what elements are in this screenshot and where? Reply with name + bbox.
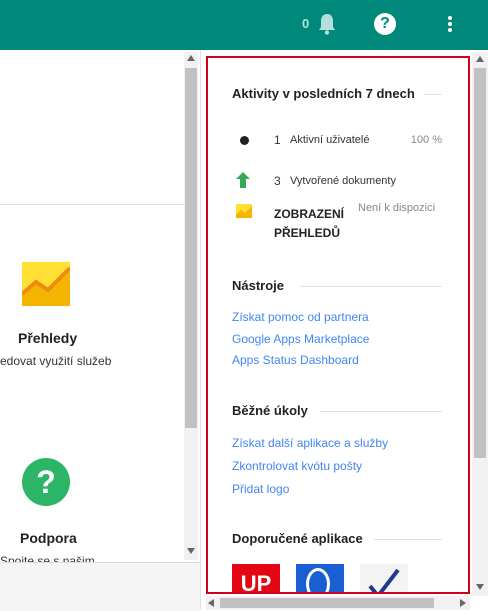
blue-o-app-logo[interactable] (296, 564, 344, 592)
left-scrollbar-thumb[interactable] (185, 68, 197, 428)
created-docs-label: Vytvořené dokumenty (290, 175, 396, 187)
scroll-down-arrow-icon[interactable] (476, 584, 484, 590)
scroll-left-arrow-icon[interactable] (208, 599, 214, 607)
arrow-up-icon (236, 172, 250, 188)
section-divider (320, 411, 442, 412)
horizontal-scrollbar-thumb[interactable] (220, 598, 434, 608)
reports-chart-icon[interactable] (20, 262, 72, 306)
reports-card-subtitle: edovat využití služeb (0, 354, 112, 368)
add-logo-link[interactable]: Přidat logo (232, 482, 289, 496)
activity-section-title: Aktivity v posledních 7 dnech (232, 86, 415, 101)
reports-status: Není k dispozici (358, 202, 436, 214)
right-scrollbar[interactable] (472, 52, 488, 596)
scroll-right-arrow-icon[interactable] (460, 599, 466, 607)
bell-icon[interactable] (316, 12, 338, 36)
scroll-up-arrow-icon[interactable] (476, 56, 484, 62)
reports-card-title[interactable]: Přehledy (18, 330, 77, 346)
notification-count: 0 (302, 16, 310, 31)
checkmark-app-logo[interactable] (360, 564, 408, 592)
created-docs-count: 3 (274, 174, 281, 188)
status-dashboard-link[interactable]: Apps Status Dashboard (232, 353, 359, 367)
active-users-percent: 100 % (410, 134, 442, 146)
left-scrollbar[interactable] (184, 52, 198, 560)
divider (0, 204, 186, 205)
help-icon[interactable]: ? (374, 13, 396, 35)
tools-section-title: Nástroje (232, 278, 285, 293)
scroll-up-arrow-icon[interactable] (187, 55, 195, 61)
active-users-count: 1 (274, 133, 281, 147)
view-reports-link-line1[interactable]: ZOBRAZENÍ (274, 207, 344, 221)
right-scrollbar-thumb[interactable] (474, 68, 486, 458)
more-vert-icon[interactable] (440, 14, 460, 36)
recommended-apps-section-title: Doporučené aplikace (232, 531, 363, 546)
view-reports-link-line2[interactable]: PŘEHLEDŮ (274, 226, 340, 240)
mail-quota-link[interactable]: Zkontrolovat kvótu pošty (232, 459, 362, 473)
bottom-strip (0, 562, 200, 611)
more-apps-link[interactable]: Získat další aplikace a služby (232, 436, 388, 450)
section-divider (300, 286, 442, 287)
scroll-down-arrow-icon[interactable] (187, 548, 195, 554)
active-users-dot-icon (240, 136, 249, 145)
horizontal-scrollbar[interactable] (206, 596, 470, 610)
support-help-icon[interactable]: ? (22, 458, 70, 506)
top-app-bar: 0 ? (0, 0, 488, 50)
marketplace-link[interactable]: Google Apps Marketplace (232, 332, 369, 346)
section-divider (424, 94, 442, 95)
section-divider (374, 539, 442, 540)
active-users-label: Aktivní uživatelé (290, 134, 370, 146)
dashboard-side-panel: Aktivity v posledních 7 dnech 1 Aktivní … (206, 56, 470, 594)
common-tasks-section-title: Běžné úkoly (232, 403, 308, 418)
reports-mini-chart-icon (236, 204, 252, 218)
up-app-logo[interactable]: UP (232, 564, 280, 592)
partner-help-link[interactable]: Získat pomoc od partnera (232, 310, 369, 324)
support-card-title[interactable]: Podpora (20, 530, 77, 546)
